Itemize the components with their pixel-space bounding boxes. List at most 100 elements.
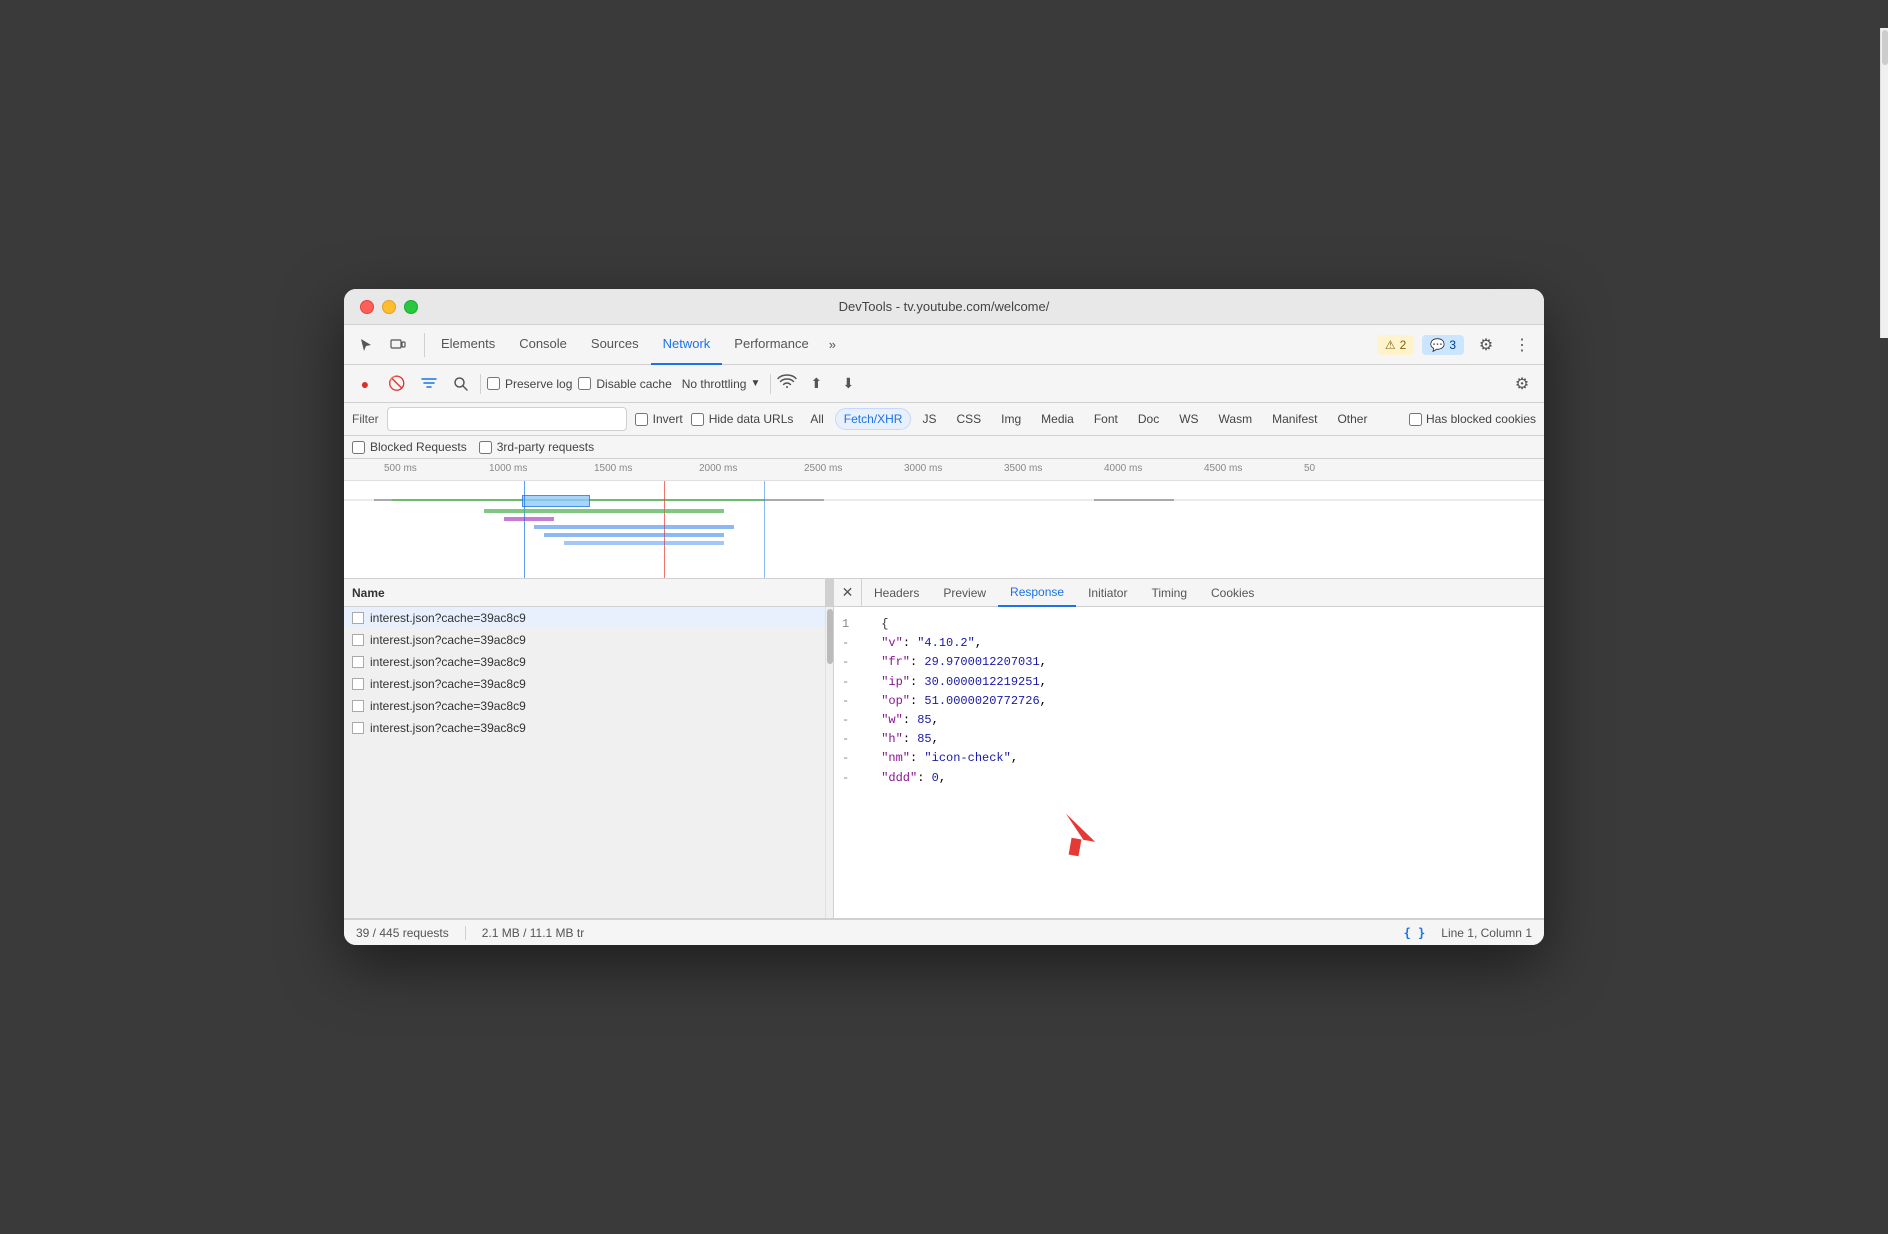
record-button[interactable]: ● xyxy=(352,371,378,397)
titlebar: DevTools - tv.youtube.com/welcome/ xyxy=(344,289,1544,325)
name-list: interest.json?cache=39ac8c9 interest.jso… xyxy=(344,607,833,918)
json-line-h: - "h": 85, xyxy=(842,730,1536,749)
detail-tab-headers[interactable]: Headers xyxy=(862,579,931,607)
tab-performance[interactable]: Performance xyxy=(722,325,820,365)
type-doc[interactable]: Doc xyxy=(1129,408,1168,430)
red-arrow-indicator xyxy=(1054,811,1104,868)
tab-sources[interactable]: Sources xyxy=(579,325,651,365)
row-checkbox[interactable] xyxy=(352,634,364,646)
format-button[interactable]: { } xyxy=(1404,926,1426,940)
timeline-graph[interactable] xyxy=(344,481,1544,579)
type-js[interactable]: JS xyxy=(913,408,945,430)
filter-input[interactable] xyxy=(387,407,627,431)
scrollbar[interactable] xyxy=(825,607,833,918)
timeline-selected-bar xyxy=(522,495,590,507)
toolbar-separator2 xyxy=(770,374,771,394)
type-fetch-xhr[interactable]: Fetch/XHR xyxy=(835,408,912,430)
type-all[interactable]: All xyxy=(801,408,832,430)
tick-3000ms: 3000 ms xyxy=(904,463,942,474)
network-settings-icon[interactable]: ⚙ xyxy=(1508,370,1536,398)
traffic-lights xyxy=(360,300,418,314)
type-other[interactable]: Other xyxy=(1328,408,1376,430)
tick-2000ms: 2000 ms xyxy=(699,463,737,474)
detail-content[interactable]: 1 { - "v": "4.10.2", - "fr": 29.97000122… xyxy=(834,607,1544,918)
third-party-checkbox[interactable] xyxy=(479,441,492,454)
invert-label[interactable]: Invert xyxy=(635,412,683,426)
table-row[interactable]: interest.json?cache=39ac8c9 xyxy=(344,673,833,695)
json-line-nm: - "nm": "icon-check", xyxy=(842,749,1536,768)
row-checkbox[interactable] xyxy=(352,700,364,712)
detail-tab-initiator[interactable]: Initiator xyxy=(1076,579,1139,607)
filter-row2: Blocked Requests 3rd-party requests xyxy=(344,436,1544,459)
tab-divider xyxy=(424,333,425,357)
close-button[interactable] xyxy=(360,300,374,314)
row-checkbox[interactable] xyxy=(352,678,364,690)
disable-cache-label[interactable]: Disable cache xyxy=(578,377,671,391)
table-row[interactable]: interest.json?cache=39ac8c9 xyxy=(344,651,833,673)
search-icon[interactable] xyxy=(448,371,474,397)
has-blocked-label[interactable]: Has blocked cookies xyxy=(1409,412,1536,426)
row-checkbox[interactable] xyxy=(352,612,364,624)
more-options-icon[interactable]: ⋮ xyxy=(1508,331,1536,359)
more-tabs-button[interactable]: » xyxy=(821,325,844,365)
detail-tab-preview[interactable]: Preview xyxy=(931,579,998,607)
download-icon[interactable]: ⬇ xyxy=(835,371,861,397)
status-bar: 39 / 445 requests 2.1 MB / 11.1 MB tr { … xyxy=(344,919,1544,945)
tick-4500ms: 4500 ms xyxy=(1204,463,1242,474)
hide-data-urls-checkbox[interactable] xyxy=(691,413,704,426)
tab-badges: ⚠ 2 💬 3 ⚙ ⋮ xyxy=(1377,331,1536,359)
name-panel: Name interest.json?cache=39ac8c9 interes… xyxy=(344,579,834,918)
row-checkbox[interactable] xyxy=(352,656,364,668)
table-row[interactable]: interest.json?cache=39ac8c9 xyxy=(344,717,833,739)
tick-3500ms: 3500 ms xyxy=(1004,463,1042,474)
detail-tab-cookies[interactable]: Cookies xyxy=(1199,579,1266,607)
has-blocked-checkbox[interactable] xyxy=(1409,413,1422,426)
disable-cache-checkbox[interactable] xyxy=(578,377,591,390)
table-row[interactable]: interest.json?cache=39ac8c9 xyxy=(344,629,833,651)
preserve-log-checkbox[interactable] xyxy=(487,377,500,390)
scrollbar-thumb xyxy=(827,609,833,664)
json-line-w: - "w": 85, xyxy=(842,711,1536,730)
detail-tab-timing[interactable]: Timing xyxy=(1139,579,1199,607)
third-party-label[interactable]: 3rd-party requests xyxy=(479,440,594,454)
request-name: interest.json?cache=39ac8c9 xyxy=(370,677,825,691)
tab-elements[interactable]: Elements xyxy=(429,325,507,365)
warning-badge[interactable]: ⚠ 2 xyxy=(1377,335,1414,355)
throttle-select[interactable]: No throttling ▼ xyxy=(678,375,765,393)
req-bar-5 xyxy=(564,541,724,545)
json-line-1: 1 { xyxy=(842,615,1536,634)
type-manifest[interactable]: Manifest xyxy=(1263,408,1326,430)
name-header: Name xyxy=(344,579,833,607)
table-row[interactable]: interest.json?cache=39ac8c9 xyxy=(344,695,833,717)
device-icon[interactable] xyxy=(384,331,412,359)
timeline-gray-2 xyxy=(764,499,824,501)
type-ws[interactable]: WS xyxy=(1170,408,1207,430)
blocked-requests-checkbox[interactable] xyxy=(352,441,365,454)
settings-icon[interactable]: ⚙ xyxy=(1472,331,1500,359)
clear-button[interactable]: 🚫 xyxy=(384,371,410,397)
type-font[interactable]: Font xyxy=(1085,408,1127,430)
filter-label: Filter xyxy=(352,412,379,426)
minimize-button[interactable] xyxy=(382,300,396,314)
cursor-icon[interactable] xyxy=(352,331,380,359)
type-css[interactable]: CSS xyxy=(947,408,990,430)
window-title: DevTools - tv.youtube.com/welcome/ xyxy=(839,299,1050,314)
row-checkbox[interactable] xyxy=(352,722,364,734)
table-row[interactable]: interest.json?cache=39ac8c9 xyxy=(344,607,833,629)
tab-network[interactable]: Network xyxy=(651,325,723,365)
hide-data-urls-label[interactable]: Hide data URLs xyxy=(691,412,794,426)
invert-checkbox[interactable] xyxy=(635,413,648,426)
detail-tab-response[interactable]: Response xyxy=(998,579,1076,607)
status-divider xyxy=(465,926,466,940)
filter-icon[interactable] xyxy=(416,371,442,397)
upload-icon[interactable]: ⬆ xyxy=(803,371,829,397)
info-badge[interactable]: 💬 3 xyxy=(1422,335,1464,355)
type-media[interactable]: Media xyxy=(1032,408,1083,430)
maximize-button[interactable] xyxy=(404,300,418,314)
preserve-log-label[interactable]: Preserve log xyxy=(487,377,572,391)
close-detail-button[interactable]: ✕ xyxy=(834,579,862,607)
blocked-requests-label[interactable]: Blocked Requests xyxy=(352,440,467,454)
type-wasm[interactable]: Wasm xyxy=(1210,408,1262,430)
type-img[interactable]: Img xyxy=(992,408,1030,430)
tab-console[interactable]: Console xyxy=(507,325,579,365)
